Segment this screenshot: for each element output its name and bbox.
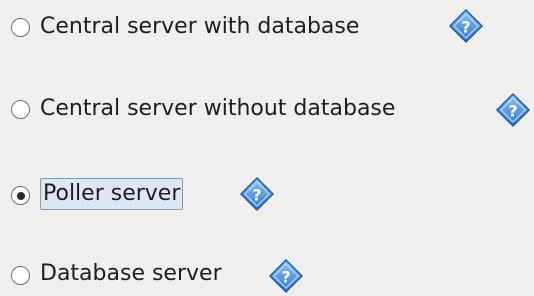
option-label[interactable]: Database server <box>40 260 222 288</box>
option-label[interactable]: Central server without database <box>40 95 395 123</box>
radio-poller-server[interactable] <box>11 186 30 205</box>
help-icon[interactable]: ? <box>239 176 275 212</box>
help-icon[interactable]: ? <box>448 8 484 44</box>
option-central-server-with-database[interactable]: Central server with database ? <box>0 0 534 50</box>
svg-text:?: ? <box>508 102 517 121</box>
option-label[interactable]: Poller server <box>40 178 184 210</box>
option-central-server-without-database[interactable]: Central server without database ? <box>0 82 534 132</box>
radio-central-server-without-database[interactable] <box>11 100 30 119</box>
help-icon[interactable]: ? <box>268 258 304 294</box>
option-database-server[interactable]: Database server ? <box>0 246 534 296</box>
radio-central-server-with-database[interactable] <box>11 18 30 37</box>
help-icon[interactable]: ? <box>495 92 531 128</box>
option-label[interactable]: Central server with database <box>40 13 359 41</box>
option-poller-server[interactable]: Poller server ? <box>0 168 534 218</box>
radio-database-server[interactable] <box>11 266 30 285</box>
radio-selected-dot <box>16 191 25 200</box>
svg-text:?: ? <box>252 186 261 205</box>
svg-text:?: ? <box>281 268 290 287</box>
svg-text:?: ? <box>461 18 470 37</box>
